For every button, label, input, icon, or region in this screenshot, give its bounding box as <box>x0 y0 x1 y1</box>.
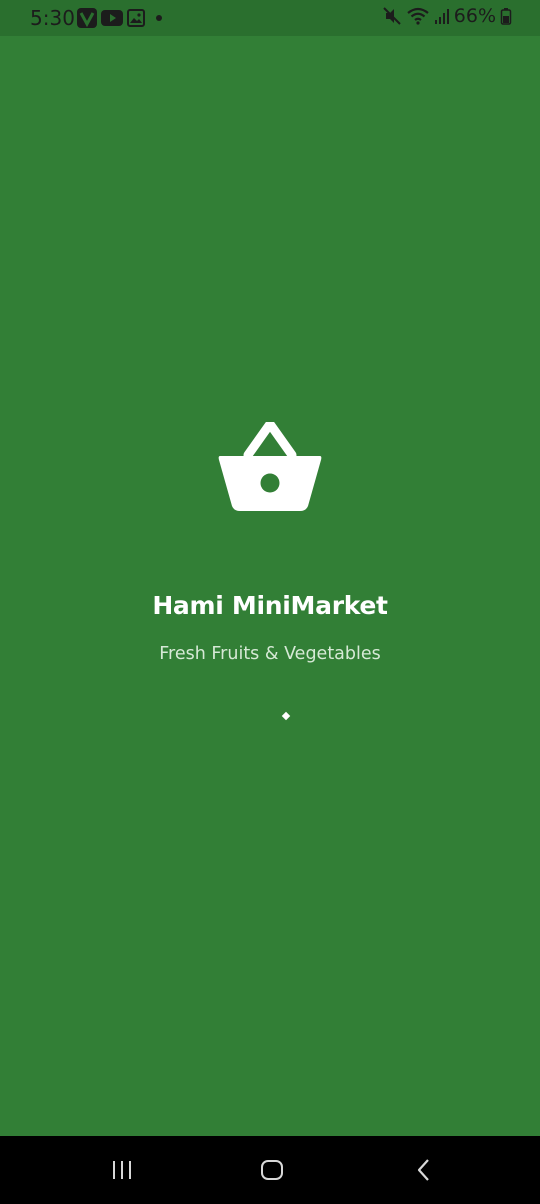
back-button[interactable] <box>404 1154 444 1186</box>
screen: 5:30 66% Hami MiniMarket Fresh Fruits & … <box>0 0 540 1204</box>
dot-icon <box>156 15 162 21</box>
back-icon <box>417 1159 429 1181</box>
status-bar: 5:30 66% <box>0 0 540 36</box>
vibe-app-icon <box>77 8 97 28</box>
basket-icon <box>218 422 322 511</box>
app-title: Hami MiniMarket <box>152 591 388 620</box>
loading-indicator <box>281 711 291 721</box>
notification-icons <box>77 8 165 28</box>
wifi-icon <box>407 7 429 25</box>
youtube-icon <box>101 10 123 26</box>
recent-apps-button[interactable] <box>102 1154 142 1186</box>
signal-icon <box>434 9 449 24</box>
home-button[interactable] <box>252 1154 292 1186</box>
mute-icon <box>383 7 401 25</box>
status-time: 5:30 <box>30 6 75 30</box>
navigation-bar <box>0 1136 540 1204</box>
recent-apps-icon <box>113 1161 131 1179</box>
home-icon <box>261 1160 283 1180</box>
system-icons: 66% <box>382 5 512 27</box>
battery-icon <box>500 8 512 25</box>
gallery-icon <box>127 9 145 27</box>
splash-screen: Hami MiniMarket Fresh Fruits & Vegetable… <box>0 36 540 1136</box>
battery-percentage: 66% <box>453 5 496 27</box>
app-subtitle: Fresh Fruits & Vegetables <box>159 644 381 664</box>
